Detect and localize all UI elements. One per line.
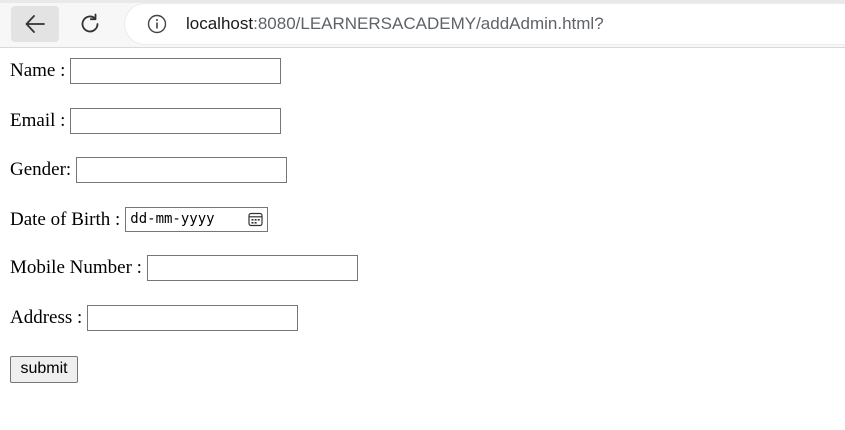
name-input[interactable] bbox=[70, 58, 282, 84]
dob-placeholder: dd-mm-yyyy bbox=[130, 211, 215, 227]
url-host: localhost bbox=[186, 14, 254, 33]
dob-input[interactable]: dd-mm-yyyy bbox=[125, 207, 269, 232]
reload-button[interactable] bbox=[74, 8, 106, 40]
arrow-left-icon bbox=[25, 15, 45, 33]
mobile-label: Mobile Number : bbox=[10, 257, 142, 278]
url-path: :8080/LEARNERSACADEMY/addAdmin.html? bbox=[253, 14, 604, 33]
name-label: Name : bbox=[10, 60, 66, 81]
email-input[interactable] bbox=[70, 108, 282, 134]
mobile-row: Mobile Number : bbox=[10, 255, 358, 285]
name-row: Name : bbox=[10, 58, 282, 88]
reload-icon bbox=[81, 13, 99, 33]
url-text[interactable]: localhost:8080/LEARNERSACADEMY/addAdmin.… bbox=[186, 14, 604, 34]
tab-strip-edge bbox=[0, 0, 845, 3]
mobile-input[interactable] bbox=[146, 255, 358, 281]
browser-toolbar: localhost:8080/LEARNERSACADEMY/addAdmin.… bbox=[0, 0, 845, 48]
address-row: Address : bbox=[10, 305, 299, 335]
dob-row: Date of Birth : dd-mm-yyyy bbox=[10, 207, 269, 237]
email-row: Email : bbox=[10, 108, 282, 138]
address-bar[interactable]: localhost:8080/LEARNERSACADEMY/addAdmin.… bbox=[125, 4, 845, 44]
gender-label: Gender: bbox=[10, 159, 72, 180]
submit-button[interactable]: submit bbox=[10, 356, 78, 383]
calendar-icon[interactable] bbox=[248, 212, 263, 227]
gender-input[interactable] bbox=[76, 157, 288, 183]
address-label: Address : bbox=[10, 307, 83, 328]
info-icon[interactable] bbox=[147, 14, 167, 34]
gender-row: Gender: bbox=[10, 157, 288, 187]
address-input[interactable] bbox=[87, 305, 299, 331]
email-label: Email : bbox=[10, 110, 66, 131]
dob-label: Date of Birth : bbox=[10, 208, 121, 230]
back-button[interactable] bbox=[11, 6, 59, 42]
